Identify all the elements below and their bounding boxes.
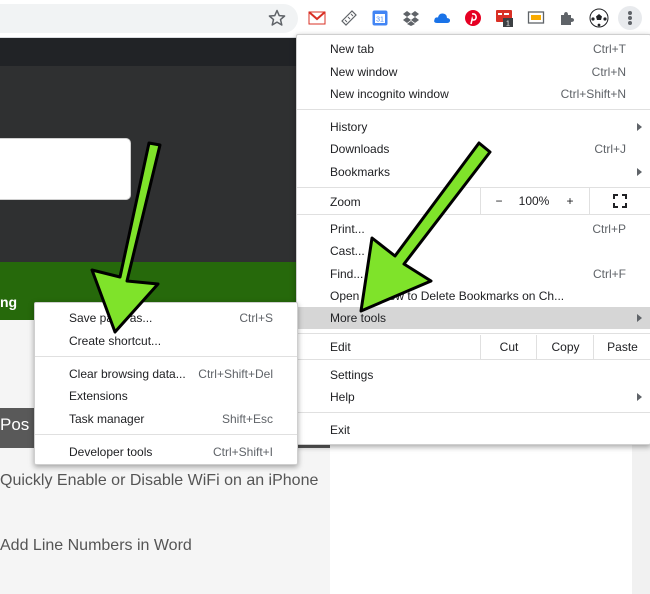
- zoom-in-button[interactable]: +: [552, 188, 588, 214]
- shortcut: Ctrl+N: [591, 65, 626, 79]
- ruler-icon[interactable]: [340, 9, 358, 27]
- fullscreen-icon[interactable]: [589, 188, 650, 214]
- menu-item-label: Clear browsing data...: [69, 367, 186, 381]
- bookmark-star-icon[interactable]: [268, 9, 286, 27]
- article-link[interactable]: Add Line Numbers in Word: [0, 537, 192, 555]
- menu-item-label: History: [330, 120, 368, 134]
- menu-item-label: Task manager: [69, 412, 145, 426]
- soccer-icon[interactable]: [589, 8, 609, 28]
- address-bar[interactable]: [0, 4, 298, 33]
- menu-divider: [297, 359, 650, 360]
- edit-label: Edit: [330, 340, 351, 354]
- menu-item-label: Create shortcut...: [69, 334, 162, 348]
- menu-item-label: Print...: [330, 222, 365, 236]
- menu-item-more-tools[interactable]: More tools: [297, 307, 650, 329]
- submenu-arrow-icon: [637, 314, 642, 322]
- menu-item-label: Save page as...: [69, 311, 153, 325]
- shortcut: Ctrl+Shift+N: [560, 87, 626, 101]
- notification-icon[interactable]: 1: [495, 9, 513, 27]
- menu-item-downloads[interactable]: Downloads Ctrl+J: [297, 138, 650, 160]
- menu-item-label: Developer tools: [69, 445, 153, 459]
- menu-item-print[interactable]: Print... Ctrl+P: [297, 218, 650, 240]
- browser-toolbar: 31 1: [0, 0, 650, 38]
- badge-count: 1: [506, 21, 510, 28]
- shortcut: Ctrl+Shift+Del: [198, 367, 273, 381]
- shortcut: Ctrl+Shift+I: [212, 445, 273, 459]
- menu-item-label: Exit: [330, 423, 351, 437]
- menu-item-label: Downloads: [330, 142, 390, 156]
- article-link[interactable]: Quickly Enable or Disable WiFi on an iPh…: [0, 472, 318, 490]
- menu-divider: [35, 356, 297, 357]
- cut-button[interactable]: Cut: [480, 335, 537, 359]
- menu-item-open-as[interactable]: Open in ... ow to Delete Bookmarks on Ch…: [297, 285, 650, 307]
- menu-item-find[interactable]: Find... Ctrl+F: [297, 263, 650, 285]
- menu-item-extensions[interactable]: Extensions: [35, 385, 297, 407]
- menu-item-label: New tab: [330, 42, 375, 56]
- more-tools-submenu: Save page as... Ctrl+S Create shortcut..…: [34, 302, 298, 465]
- slides-icon[interactable]: [527, 9, 545, 27]
- submenu-arrow-icon: [637, 393, 642, 401]
- menu-item-developer-tools[interactable]: Developer tools Ctrl+Shift+I: [35, 441, 297, 463]
- nav-item-label[interactable]: ng: [0, 294, 17, 310]
- menu-divider: [297, 412, 650, 413]
- edit-row: Edit Cut Copy Paste: [297, 335, 650, 359]
- menu-item-label: Find...: [330, 267, 364, 281]
- zoom-label: Zoom: [330, 195, 361, 209]
- menu-item-incognito[interactable]: New incognito window Ctrl+Shift+N: [297, 83, 650, 105]
- menu-item-settings[interactable]: Settings: [297, 364, 650, 386]
- menu-item-clear-browsing-data[interactable]: Clear browsing data... Ctrl+Shift+Del: [35, 363, 297, 385]
- shortcut: Ctrl+P: [592, 222, 626, 236]
- zoom-level: 100%: [518, 194, 550, 208]
- dropbox-icon[interactable]: [402, 9, 420, 27]
- puzzle-icon[interactable]: [558, 9, 576, 27]
- menu-item-label: Open in ... ow to Delete Bookmarks on Ch…: [330, 289, 565, 303]
- paste-button[interactable]: Paste: [593, 335, 650, 359]
- site-search-input[interactable]: [0, 138, 131, 200]
- shortcut: Ctrl+T: [593, 42, 626, 56]
- menu-item-task-manager[interactable]: Task manager Shift+Esc: [35, 408, 297, 430]
- chrome-menu-icon[interactable]: [618, 6, 642, 30]
- shortcut: Shift+Esc: [221, 412, 273, 426]
- submenu-arrow-icon: [637, 123, 642, 131]
- menu-item-create-shortcut[interactable]: Create shortcut...: [35, 330, 297, 352]
- posts-tab-label: Pos: [0, 415, 30, 434]
- cloud-icon[interactable]: [433, 9, 451, 27]
- menu-item-label: Cast...: [330, 244, 365, 258]
- zoom-row: Zoom − 100% +: [297, 188, 650, 214]
- menu-item-label: Settings: [330, 368, 374, 382]
- menu-divider: [297, 214, 650, 215]
- menu-item-label: More tools: [330, 311, 387, 325]
- menu-item-exit[interactable]: Exit: [297, 419, 650, 441]
- submenu-arrow-icon: [637, 168, 642, 176]
- zoom-out-button[interactable]: −: [480, 188, 517, 214]
- gmail-icon[interactable]: [308, 9, 326, 27]
- menu-divider: [35, 434, 297, 435]
- menu-item-history[interactable]: History: [297, 116, 650, 138]
- menu-item-cast[interactable]: Cast...: [297, 240, 650, 262]
- menu-item-new-window[interactable]: New window Ctrl+N: [297, 61, 650, 83]
- pinterest-icon[interactable]: [464, 9, 482, 27]
- copy-button[interactable]: Copy: [536, 335, 594, 359]
- shortcut: Ctrl+F: [593, 267, 626, 281]
- calendar-day: 31: [376, 17, 384, 24]
- chrome-menu: New tab Ctrl+T New window Ctrl+N New inc…: [296, 34, 650, 445]
- menu-item-label: New incognito window: [330, 87, 449, 101]
- shortcut: Ctrl+J: [594, 142, 626, 156]
- calendar-icon[interactable]: 31: [371, 9, 389, 27]
- menu-item-bookmarks[interactable]: Bookmarks: [297, 161, 650, 183]
- menu-item-label: Bookmarks: [330, 165, 391, 179]
- menu-item-help[interactable]: Help: [297, 386, 650, 408]
- menu-divider: [297, 109, 650, 110]
- menu-item-new-tab[interactable]: New tab Ctrl+T: [297, 38, 650, 60]
- menu-divider: [297, 333, 650, 334]
- menu-item-label: Extensions: [69, 389, 128, 403]
- shortcut: Ctrl+S: [239, 311, 273, 325]
- menu-item-label: New window: [330, 65, 398, 79]
- menu-item-label: Help: [330, 390, 355, 404]
- menu-item-save-page[interactable]: Save page as... Ctrl+S: [35, 307, 297, 329]
